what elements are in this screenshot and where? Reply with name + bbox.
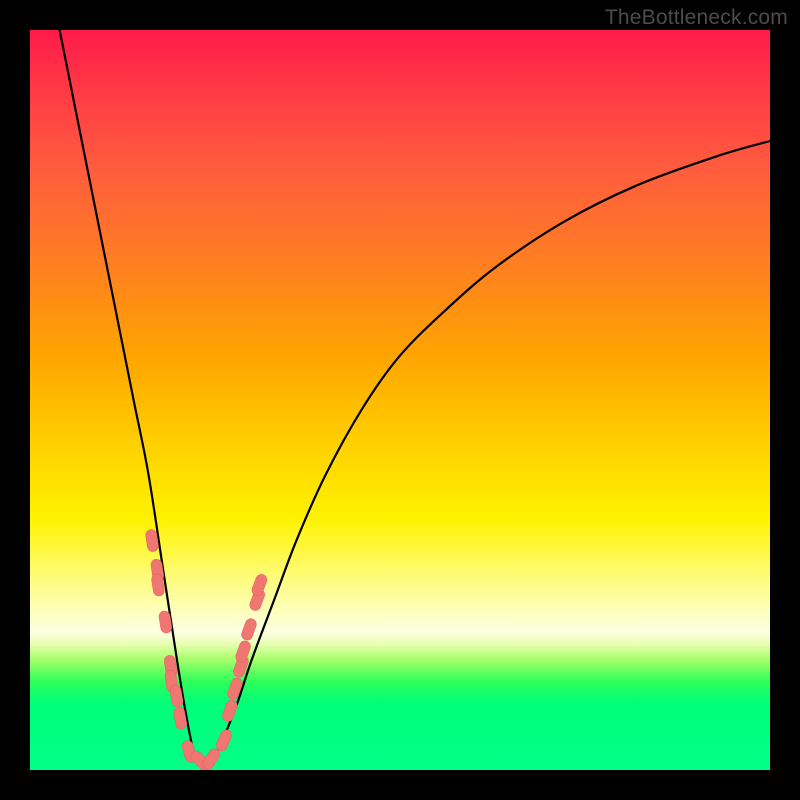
curve-marker — [234, 639, 252, 663]
curve-marker — [215, 728, 234, 753]
chart-plot-area — [30, 30, 770, 770]
curve-marker — [221, 699, 239, 723]
bottleneck-curve — [60, 30, 770, 764]
curve-path — [60, 30, 770, 764]
chart-svg — [30, 30, 770, 770]
curve-marker — [250, 573, 268, 597]
curve-marker — [240, 617, 258, 641]
watermark-text: TheBottleneck.com — [605, 6, 788, 30]
chart-frame: TheBottleneck.com — [0, 0, 800, 800]
